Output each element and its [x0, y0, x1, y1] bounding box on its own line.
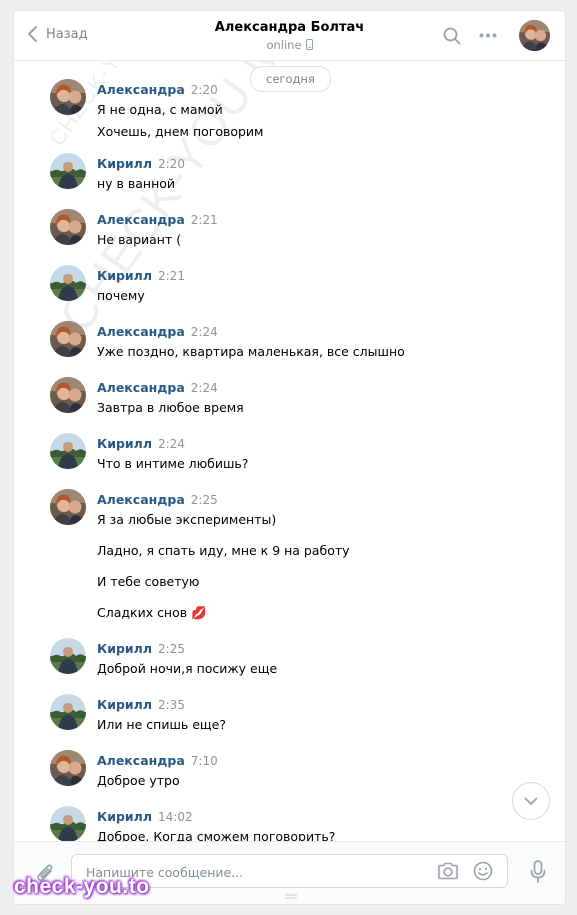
message-text: Ладно, я спать иду, мне к 9 на работу	[97, 543, 350, 558]
message-time[interactable]: 2:24	[191, 381, 218, 395]
message-text: Я за любые эксперименты)	[97, 512, 277, 527]
author-name[interactable]: Кирилл	[97, 268, 152, 283]
author-avatar[interactable]	[50, 489, 86, 525]
message-text: Что в интиме любишь?	[97, 456, 249, 471]
contact-avatar[interactable]	[519, 20, 550, 51]
message-text: Уже поздно, квартира маленькая, все слыш…	[97, 344, 405, 359]
author-name[interactable]: Кирилл	[97, 156, 152, 171]
author-name[interactable]: Александра	[97, 492, 185, 507]
message-time[interactable]: 7:10	[191, 754, 218, 768]
message-text: Сладких снов 💋	[97, 605, 207, 620]
search-icon[interactable]	[443, 27, 461, 45]
author-name[interactable]: Александра	[97, 82, 185, 97]
message-header: Александра 2:24	[97, 380, 557, 395]
message-text: Хочешь, днем поговорим	[97, 124, 264, 139]
message-time[interactable]: 2:24	[191, 325, 218, 339]
smile-icon[interactable]	[473, 861, 493, 881]
author-name[interactable]: Кирилл	[97, 436, 152, 451]
watermark-bottom: check-you.to	[14, 875, 150, 898]
author-avatar[interactable]	[50, 433, 86, 469]
message-header: Александра 2:20	[97, 82, 557, 97]
message-time[interactable]: 2:24	[158, 437, 185, 451]
message-header: Кирилл 2:20	[97, 156, 557, 171]
message-header: Александра 2:24	[97, 324, 557, 339]
message-header: Александра 2:21	[97, 212, 557, 227]
resize-handle-icon[interactable]	[285, 894, 297, 899]
message-body: Александра 2:24 Завтра в любое время	[97, 380, 557, 417]
author-name[interactable]: Кирилл	[97, 641, 152, 656]
author-avatar[interactable]	[50, 265, 86, 301]
message-time[interactable]: 2:25	[191, 493, 218, 507]
message-body: Кирилл 2:24 Что в интиме любишь?	[97, 436, 557, 473]
author-avatar[interactable]	[50, 209, 86, 245]
message-body: Александра 2:20 Я не одна, с мамой Хочешь, …	[97, 82, 557, 141]
message-text: Не вариант (	[97, 232, 182, 247]
message-body: Александра 2:24 Уже поздно, квартира мален…	[97, 324, 557, 361]
message-time[interactable]: 2:35	[158, 698, 185, 712]
chat-window: CHECK-YOU.ME CHECK-YOU.ME Назад Александ…	[13, 10, 566, 905]
author-avatar[interactable]	[50, 806, 86, 842]
author-avatar[interactable]	[50, 321, 86, 357]
message-time[interactable]: 14:02	[158, 810, 193, 824]
message-header: Кирилл 2:25	[97, 641, 557, 656]
message-time[interactable]: 2:25	[158, 642, 185, 656]
author-avatar[interactable]	[50, 153, 86, 189]
mobile-phone-icon	[305, 39, 313, 50]
author-avatar[interactable]	[50, 377, 86, 413]
message-time[interactable]: 2:20	[158, 157, 185, 171]
message-body: Александра 2:25 Я за любые эксперименты) Ла…	[97, 492, 557, 622]
message-text: почему	[97, 288, 145, 303]
message-time[interactable]: 2:20	[191, 83, 218, 97]
message-body: Кирилл 2:35 Или не спишь еще?	[97, 697, 557, 734]
chat-header: Назад Александра Болтач online	[14, 11, 565, 61]
message-text: Доброе утро	[97, 773, 180, 788]
online-status: online	[14, 38, 565, 52]
back-button[interactable]: Назад	[26, 25, 88, 43]
author-avatar[interactable]	[50, 750, 86, 786]
message-header: Кирилл 14:02	[97, 809, 557, 824]
message-time[interactable]: 2:21	[158, 269, 185, 283]
message-header: Кирилл 2:35	[97, 697, 557, 712]
message-body: Кирилл 2:21 почему	[97, 268, 557, 305]
message-text: Доброй ночи,я посижу еще	[97, 661, 278, 676]
message-body: Кирилл 2:20 ну в ванной	[97, 156, 557, 193]
message-text: И тебе советую	[97, 574, 200, 589]
message-header: Кирилл 2:21	[97, 268, 557, 283]
author-name[interactable]: Кирилл	[97, 697, 152, 712]
message-time[interactable]: 2:21	[191, 213, 218, 227]
message-header: Александра 7:10	[97, 753, 557, 768]
author-name[interactable]: Александра	[97, 380, 185, 395]
message-body: Александра 7:10 Доброе утро	[97, 753, 557, 790]
author-avatar[interactable]	[50, 694, 86, 730]
author-name[interactable]: Кирилл	[97, 809, 152, 824]
microphone-icon[interactable]	[530, 860, 546, 884]
chevron-left-icon	[28, 26, 37, 42]
author-name[interactable]: Александра	[97, 753, 185, 768]
message-text: Или не спишь еще?	[97, 717, 227, 732]
message-header: Кирилл 2:24	[97, 436, 557, 451]
scroll-down-button[interactable]	[512, 782, 550, 820]
author-name[interactable]: Александра	[97, 212, 185, 227]
more-dots-icon[interactable]	[479, 33, 497, 38]
author-avatar[interactable]	[50, 638, 86, 674]
back-label: Назад	[46, 26, 88, 42]
camera-icon[interactable]	[437, 862, 459, 880]
author-avatar[interactable]	[50, 79, 86, 115]
message-text: ну в ванной	[97, 176, 176, 191]
message-header: Александра 2:25	[97, 492, 557, 507]
chevron-down-icon	[524, 797, 538, 805]
message-body: Кирилл 2:25 Доброй ночи,я посижу еще	[97, 641, 557, 678]
author-name[interactable]: Александра	[97, 324, 185, 339]
message-body: Александра 2:21 Не вариант (	[97, 212, 557, 249]
message-text: Я не одна, с мамой	[97, 102, 223, 117]
message-text: Завтра в любое время	[97, 400, 244, 415]
status-text: online	[266, 38, 302, 52]
